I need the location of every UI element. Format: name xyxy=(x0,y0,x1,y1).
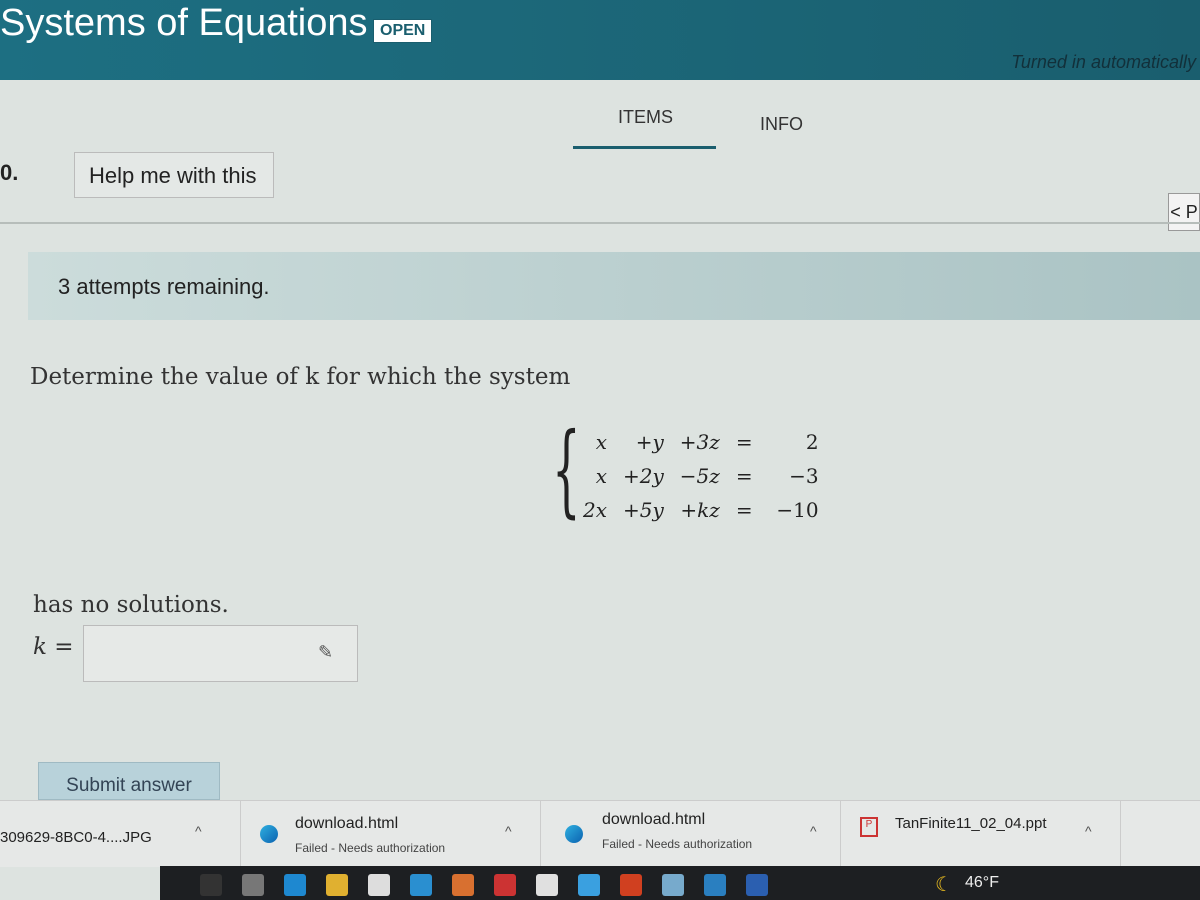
download-name: download.html xyxy=(602,811,706,828)
download-status: Failed - Needs authorization xyxy=(295,841,446,855)
moon-weather-icon[interactable]: ☾ xyxy=(935,872,953,897)
edge-icon xyxy=(565,825,583,843)
file-explorer-icon[interactable] xyxy=(326,874,348,896)
pencil-icon[interactable]: ✎ xyxy=(318,642,333,663)
chevron-up-icon[interactable]: ^ xyxy=(810,823,817,839)
download-item[interactable]: P TanFinite11_02_04.ppt ^ xyxy=(840,801,1121,867)
search-icon[interactable] xyxy=(200,874,222,896)
word-icon[interactable] xyxy=(746,874,768,896)
powerpoint-icon[interactable] xyxy=(620,874,642,896)
lightbulb-icon[interactable] xyxy=(578,874,600,896)
question-prompt: Determine the value of k for which the s… xyxy=(30,364,571,390)
equation-term: = xyxy=(735,498,753,522)
powerpoint-file-icon: P xyxy=(860,817,878,837)
active-tab-indicator xyxy=(573,146,716,149)
tab-info[interactable]: INFO xyxy=(760,114,803,135)
equation-row: x +y +3z = 2 xyxy=(575,425,827,459)
equation-row: x +2y −5z = −3 xyxy=(575,459,827,493)
download-status: Failed - Needs authorization xyxy=(602,837,753,851)
download-item[interactable]: download.html Failed - Needs authorizati… xyxy=(240,801,541,867)
download-item[interactable]: 309629-8BC0-4....JPG ^ xyxy=(0,801,241,867)
download-item[interactable]: download.html Failed - Needs authorizati… xyxy=(540,801,841,867)
turned-in-status: Turned in automatically xyxy=(1011,52,1196,72)
task-view-icon[interactable] xyxy=(242,874,264,896)
equation-system: x +y +3z = 2 x +2y −5z = −3 2x +5y +kz = −10 xyxy=(557,425,827,527)
previous-button[interactable]: < P xyxy=(1168,193,1200,231)
equation-row: 2x +5y +kz = −10 xyxy=(575,493,827,527)
equation-term: +y xyxy=(635,430,664,454)
photos-icon[interactable] xyxy=(704,874,726,896)
weather-temperature[interactable]: 46°F xyxy=(965,874,999,892)
equation-term: 2x xyxy=(583,498,608,522)
page-title: Systems of Equations xyxy=(0,2,368,44)
l-app-icon[interactable] xyxy=(452,874,474,896)
download-name: TanFinite11_02_04.ppt xyxy=(895,815,1047,832)
divider xyxy=(0,222,1200,224)
answer-label: k = xyxy=(33,634,74,660)
download-name: 309629-8BC0-4....JPG xyxy=(0,829,152,846)
edge-icon xyxy=(260,825,278,843)
equation-term: x xyxy=(595,430,608,454)
store-icon[interactable] xyxy=(368,874,390,896)
chrome-icon[interactable] xyxy=(536,874,558,896)
office-icon[interactable] xyxy=(494,874,516,896)
submit-answer-button[interactable]: Submit answer xyxy=(38,762,220,800)
chevron-up-icon[interactable]: ^ xyxy=(505,823,512,839)
equation-term: +3z xyxy=(679,430,720,454)
status-badge: OPEN xyxy=(373,19,433,43)
downloads-bar: 309629-8BC0-4....JPG ^ download.html Fai… xyxy=(0,800,1200,867)
edge-icon[interactable] xyxy=(284,874,306,896)
equation-term: = xyxy=(735,464,753,488)
chevron-up-icon[interactable]: ^ xyxy=(1085,823,1092,839)
attempts-banner: 3 attempts remaining. xyxy=(28,252,1200,320)
equation-term: +kz xyxy=(680,498,720,522)
equation-term: +5y xyxy=(623,498,664,522)
equation-term: x xyxy=(595,464,608,488)
chevron-up-icon[interactable]: ^ xyxy=(195,823,202,839)
question-number: 0. xyxy=(0,160,19,185)
help-button[interactable]: Help me with this xyxy=(74,152,274,198)
equation-term: = xyxy=(735,430,753,454)
question-condition: has no solutions. xyxy=(33,592,229,618)
equation-term: −10 xyxy=(776,498,819,522)
app-icon[interactable] xyxy=(662,874,684,896)
answer-input[interactable] xyxy=(83,625,358,682)
equation-term: +2y xyxy=(623,464,664,488)
download-name: download.html xyxy=(295,815,399,832)
equation-term: −5z xyxy=(679,464,720,488)
mail-icon[interactable] xyxy=(410,874,432,896)
equation-term: 2 xyxy=(805,430,819,454)
tab-items[interactable]: ITEMS xyxy=(618,107,673,128)
equation-term: −3 xyxy=(789,464,819,488)
attempts-text: 3 attempts remaining. xyxy=(58,274,270,299)
